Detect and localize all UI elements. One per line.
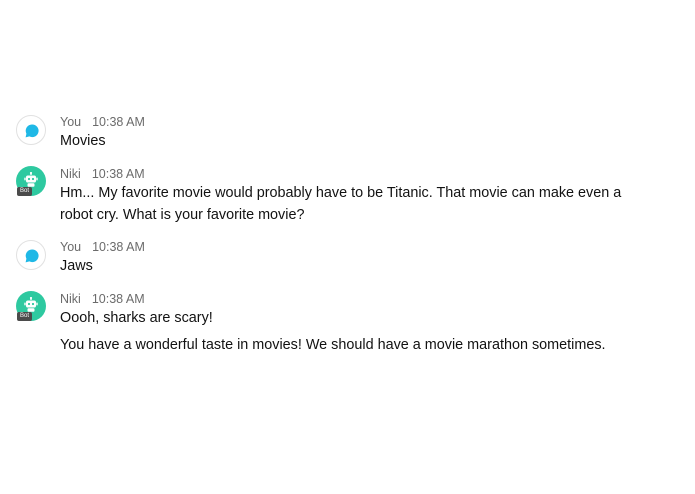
- timestamp: 10:38 AM: [91, 292, 145, 306]
- message-text: Oooh, sharks are scary!: [60, 310, 213, 326]
- message-text: Hm... My favorite movie would probably h…: [60, 185, 622, 223]
- bot-avatar: Bot: [16, 166, 46, 196]
- message-meta: Niki 10:38 AM: [60, 292, 145, 306]
- chat-bubble-icon: [25, 249, 39, 263]
- message-text: Movies: [60, 133, 106, 149]
- chat-bubble-icon: [25, 124, 39, 138]
- user-avatar: [16, 240, 46, 270]
- timestamp: 10:38 AM: [92, 115, 145, 129]
- bot-badge: Bot: [17, 312, 33, 321]
- message-meta: Niki 10:38 AM: [60, 167, 145, 181]
- message-text: You have a wonderful taste in movies! We…: [60, 337, 606, 353]
- message-meta: You 10:38 AM: [60, 240, 145, 254]
- message-meta: You 10:38 AM: [60, 115, 145, 129]
- chat-transcript: You 10:38 AM Movies Bot Niki 10:38 AM Hm..…: [0, 0, 695, 494]
- timestamp: 10:38 AM: [91, 167, 145, 181]
- robot-icon: [24, 172, 38, 187]
- bot-avatar: Bot: [16, 291, 46, 321]
- user-avatar: [16, 115, 46, 145]
- timestamp: 10:38 AM: [92, 240, 145, 254]
- sender-name: Niki: [60, 167, 81, 181]
- sender-name: Niki: [60, 292, 81, 306]
- message-text: Jaws: [60, 258, 93, 274]
- sender-name: You: [60, 240, 82, 254]
- bot-badge: Bot: [17, 187, 33, 196]
- robot-icon: [24, 297, 38, 312]
- sender-name: You: [60, 115, 82, 129]
